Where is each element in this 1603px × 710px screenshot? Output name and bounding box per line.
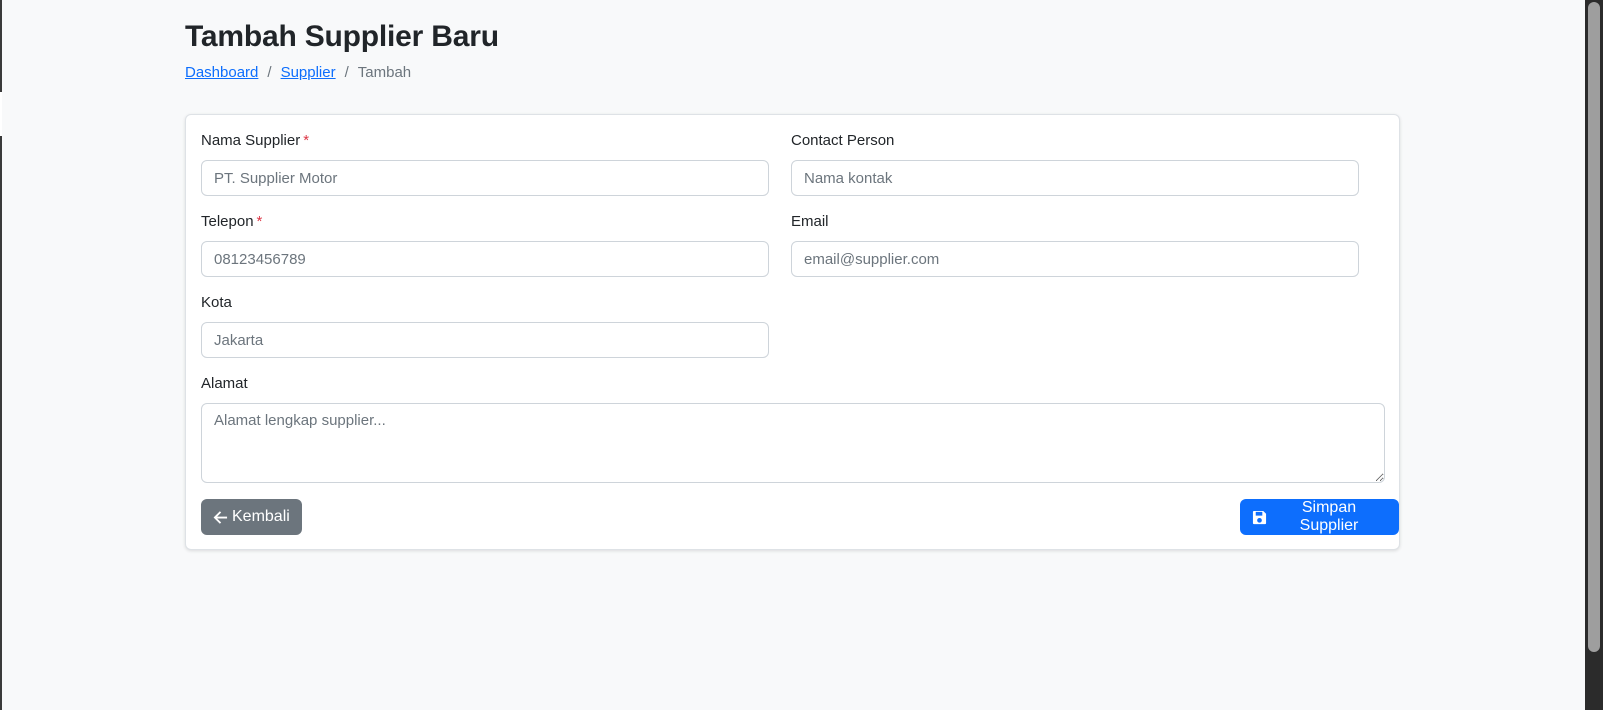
required-marker: *: [303, 132, 310, 149]
floppy-disk-icon: [1252, 510, 1267, 525]
breadcrumb-separator: /: [267, 64, 272, 81]
nama-supplier-label-text: Nama Supplier: [201, 132, 301, 149]
contact-person-input[interactable]: [791, 160, 1359, 196]
email-input[interactable]: [791, 241, 1359, 277]
alamat-label: Alamat: [201, 375, 248, 392]
telepon-label-text: Telepon: [201, 213, 254, 230]
breadcrumb-link-dashboard[interactable]: Dashboard: [185, 64, 258, 81]
back-button[interactable]: Kembali: [201, 499, 302, 535]
required-marker: *: [256, 213, 263, 230]
vertical-scrollbar[interactable]: [1585, 0, 1603, 710]
nama-supplier-input[interactable]: [201, 160, 769, 196]
telepon-input[interactable]: [201, 241, 769, 277]
telepon-label: Telepon *: [201, 213, 262, 230]
page-title: Tambah Supplier Baru: [185, 20, 499, 53]
breadcrumb-link-supplier[interactable]: Supplier: [281, 64, 336, 81]
kota-input[interactable]: [201, 322, 769, 358]
kota-label: Kota: [201, 294, 232, 311]
breadcrumb-current: Tambah: [357, 64, 412, 81]
arrow-left-icon: [213, 510, 228, 525]
breadcrumb-separator: /: [344, 64, 349, 81]
scrollbar-thumb[interactable]: [1588, 2, 1600, 652]
breadcrumb: Dashboard / Supplier / Tambah: [185, 64, 411, 81]
alamat-textarea[interactable]: [201, 403, 1385, 483]
supplier-form-card: Nama Supplier* Contact Person Telepon* E…: [185, 114, 1400, 550]
nama-supplier-label: Nama Supplier *: [201, 132, 309, 149]
back-button-label: Kembali: [232, 508, 290, 525]
save-supplier-button[interactable]: Simpan Supplier: [1240, 499, 1399, 535]
email-label: Email: [791, 213, 829, 230]
contact-person-label: Contact Person: [791, 132, 895, 149]
save-supplier-button-label: Simpan Supplier: [1299, 499, 1359, 534]
window-left-edge-notch: [0, 92, 2, 136]
